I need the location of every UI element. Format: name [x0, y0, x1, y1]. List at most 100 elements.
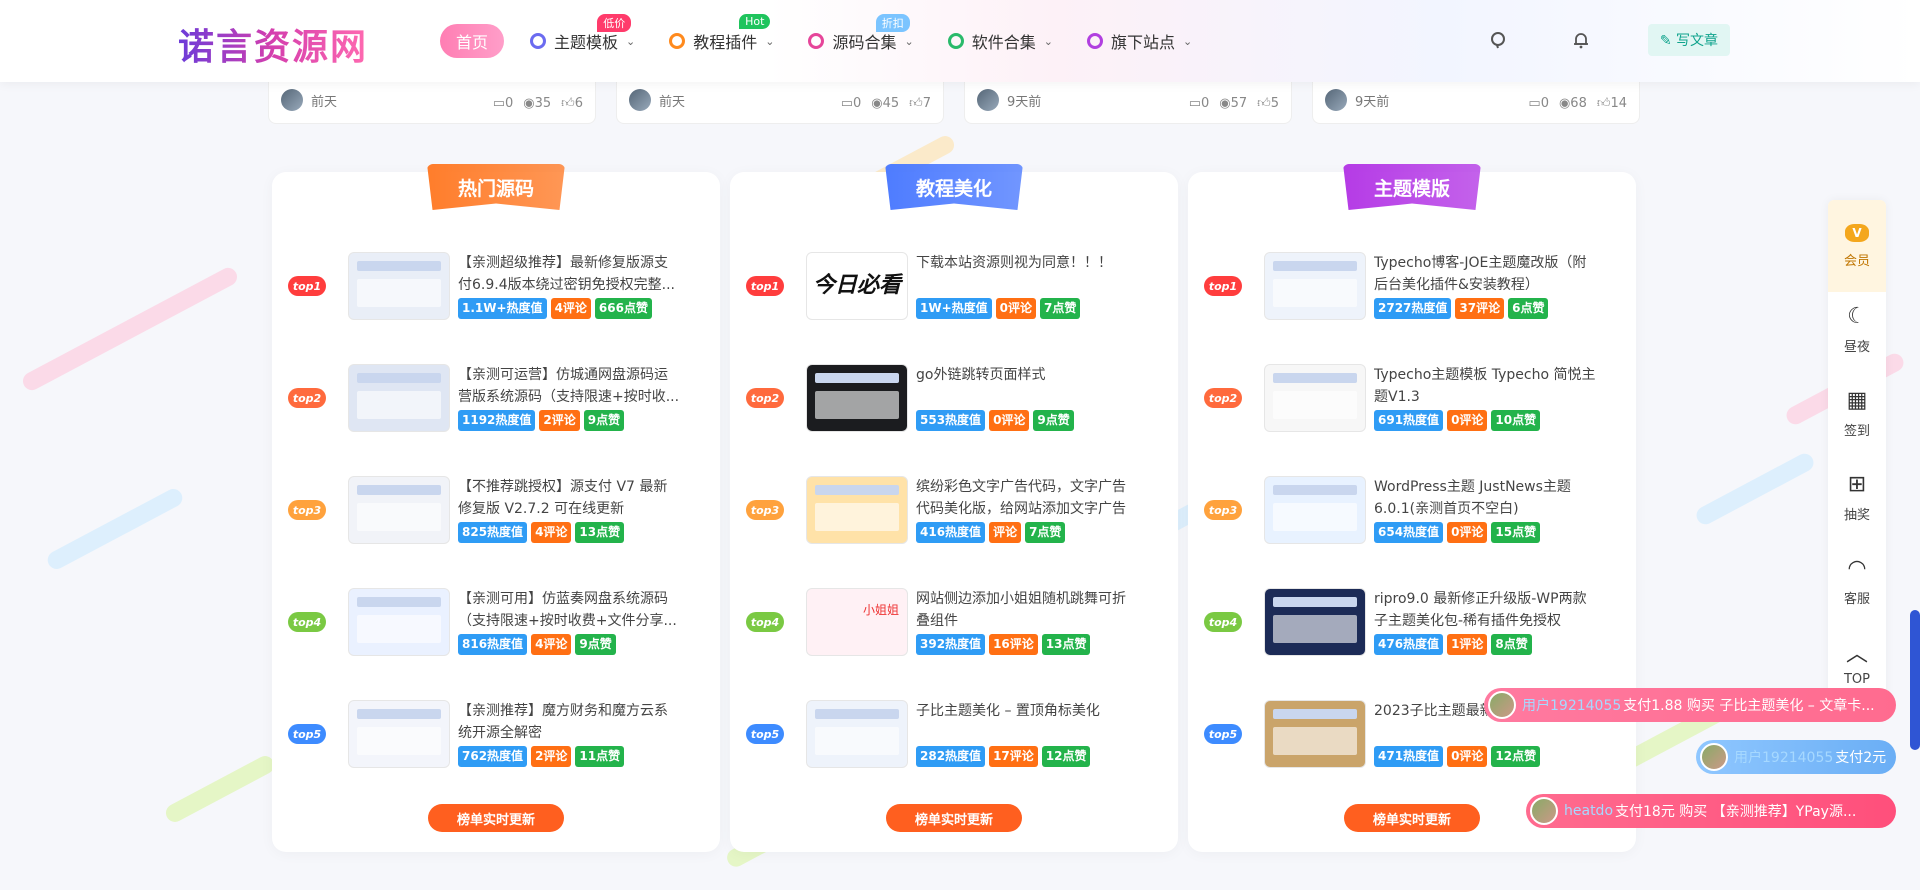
realtime-update-button[interactable]: 榜单实时更新 [428, 804, 564, 832]
notice-user: 用户19214055 [1522, 698, 1622, 714]
thumbnail-preview [357, 261, 441, 271]
rank-badge: top2 [1204, 388, 1242, 408]
post-thumbnail[interactable] [1264, 476, 1366, 544]
nav-item-4[interactable]: 软件合集 ⌄ [940, 24, 1061, 58]
thumbnail-preview [1273, 727, 1357, 755]
purchase-notice[interactable]: heatdo 支付18元 购买 【亲测推荐】YPay源... [1526, 794, 1896, 828]
panel-title-ribbon: 热门源码 [427, 164, 565, 210]
sidebar-item-calendar[interactable]: ▦ 签到 [1828, 386, 1886, 440]
like-badge: 7点赞 [1025, 522, 1066, 543]
post-thumbnail[interactable] [806, 476, 908, 544]
heat-badge: 1.1W+热度值 [458, 298, 547, 319]
sidebar-item-arrow-up[interactable]: ︿ TOP [1828, 638, 1886, 687]
comment-badge: 4评论 [550, 298, 591, 319]
post-thumbnail[interactable] [348, 700, 450, 768]
rank-item-title[interactable]: 【亲测可用】仿蓝奏网盘系统源码（支持限速+按时收费+文件分享... [458, 588, 680, 632]
rank-badge: top4 [746, 612, 784, 632]
site-logo[interactable]: 诺言资源网 [178, 18, 368, 70]
sidebar-item-gift[interactable]: ⊞ 抽奖 [1828, 470, 1886, 524]
thumbnail-preview [357, 503, 441, 531]
notice-text: 支付18元 购买 【亲测推荐】YPay源... [1615, 804, 1857, 820]
rank-item-title[interactable]: 缤纷彩色文字广告代码，文字广告代码美化版，给网站添加文字广告 [916, 476, 1138, 520]
rank-item-title[interactable]: 下载本站资源则视为同意！！！ [916, 252, 1138, 274]
rank-item-title[interactable]: Typecho主题模板 Typecho 简悦主题V1.3 [1374, 364, 1596, 408]
comment-badge: 2评论 [539, 410, 580, 431]
post-thumbnail[interactable] [806, 364, 908, 432]
nav-item-1[interactable]: 主题模板 ⌄ 低价 [522, 14, 643, 58]
purchase-notice[interactable]: 用户19214055 支付1.88 购买 子比主题美化 – 文章卡... [1484, 688, 1896, 722]
post-thumbnail[interactable] [348, 364, 450, 432]
rank-list-item[interactable]: top4 【亲测可用】仿蓝奏网盘系统源码（支持限速+按时收费+文件分享... 816… [272, 586, 720, 662]
sidebar-item-moon[interactable]: ☾ 昼夜 [1828, 302, 1886, 356]
rank-badge: top3 [1204, 500, 1242, 520]
nav-item-2[interactable]: 教程插件 ⌄ Hot [661, 14, 782, 58]
rank-list-item[interactable]: top2 【亲测可运营】仿城通网盘源码运营版系统源码（支持限速+按时收... 119… [272, 362, 720, 438]
realtime-update-button[interactable]: 榜单实时更新 [1344, 804, 1480, 832]
comment-badge: 17评论 [989, 746, 1038, 767]
post-thumbnail[interactable] [806, 700, 908, 768]
rank-list-item[interactable]: top5 【亲测推荐】魔方财务和魔方云系统开源全解密 762热度值 2评论 11点赞 [272, 698, 720, 774]
rank-item-stats: 1W+热度值 0评论 7点赞 [916, 298, 1081, 319]
nav-item-label: 源码合集 [832, 33, 897, 52]
sidebar-item-label: 签到 [1843, 424, 1870, 439]
main-nav: 首页 主题模板 ⌄ 低价 教程插件 ⌄ Hot 源码合集 ⌄ 折扣 软件合集 ⌄ 旗下站点 ⌄ [440, 14, 1200, 58]
nav-item-5[interactable]: 旗下站点 ⌄ [1079, 24, 1200, 58]
rank-item-title[interactable]: 子比主题美化 – 置顶角标美化 [916, 700, 1138, 722]
sidebar-item-headset[interactable]: ◠ 客服 [1828, 554, 1886, 608]
post-stats: ▭0 ◉45 👍︎7 [841, 96, 931, 111]
rank-item-title[interactable]: go外链跳转页面样式 [916, 364, 1138, 386]
rank-list-item[interactable]: top2 Typecho主题模板 Typecho 简悦主题V1.3 691热度值 0评… [1188, 362, 1636, 438]
rank-item-stats: 1192热度值 2评论 9点赞 [458, 410, 625, 431]
write-article-button[interactable]: ✎ 写文章 [1647, 24, 1730, 56]
notice-text: 支付1.88 购买 子比主题美化 – 文章卡... [1623, 698, 1875, 714]
rank-list-item[interactable]: top1 今日必看 下载本站资源则视为同意！！！ 1W+热度值 0评论 7点赞 [730, 250, 1178, 326]
realtime-update-button[interactable]: 榜单实时更新 [886, 804, 1022, 832]
nav-category-icon [947, 33, 964, 49]
rank-badge: top1 [746, 276, 784, 296]
post-thumbnail[interactable] [348, 588, 450, 656]
site-header: 诺言资源网 首页 主题模板 ⌄ 低价 教程插件 ⌄ Hot 源码合集 ⌄ 折扣 软件合集 ⌄ 旗下站点 ⌄… [0, 0, 1920, 82]
rank-item-title[interactable]: 【亲测超级推荐】最新修复版源支付6.9.4版本绕过密钥免授权完整... [458, 252, 680, 296]
nav-item-3[interactable]: 源码合集 ⌄ 折扣 [800, 14, 921, 58]
notice-text: 支付2元 [1835, 750, 1887, 766]
write-article-label: 写文章 [1676, 33, 1718, 49]
rank-list-item[interactable]: top3 【不推荐跳授权】源支付 V7 最新修复版 V2.7.2 可在线更新 825… [272, 474, 720, 550]
rank-list-item[interactable]: top4 ripro9.0 最新修正升级版-WP两款子主题美化包-稀有插件免授权 4… [1188, 586, 1636, 662]
comment-count: ▭0 [840, 96, 862, 111]
purchase-notice[interactable]: 用户19214055 支付2元 [1696, 740, 1896, 774]
post-thumbnail[interactable]: 今日必看 [806, 252, 908, 320]
rank-item-title[interactable]: ripro9.0 最新修正升级版-WP两款子主题美化包-稀有插件免授权 [1374, 588, 1596, 632]
rank-list-item[interactable]: top1 【亲测超级推荐】最新修复版源支付6.9.4版本绕过密钥免授权完整... 1… [272, 250, 720, 326]
rank-item-title[interactable]: WordPress主题 JustNews主题6.0.1(亲测首页不空白) [1374, 476, 1596, 520]
sidebar-item-vip[interactable]: V 会员 [1828, 200, 1886, 292]
rank-list-item[interactable]: top4 小姐姐 网站侧边添加小姐姐随机跳舞可折叠组件 392热度值 16评论 13点赞 [730, 586, 1178, 662]
chevron-down-icon: ⌄ [765, 34, 775, 48]
rank-item-title[interactable]: 【亲测可运营】仿城通网盘源码运营版系统源码（支持限速+按时收... [458, 364, 680, 408]
rank-item-title[interactable]: 【不推荐跳授权】源支付 V7 最新修复版 V2.7.2 可在线更新 [458, 476, 680, 520]
rank-list-item[interactable]: top5 子比主题美化 – 置顶角标美化 282热度值 17评论 12点赞 [730, 698, 1178, 774]
rank-list-item[interactable]: top3 WordPress主题 JustNews主题6.0.1(亲测首页不空白)… [1188, 474, 1636, 550]
post-author: 前天 [629, 89, 685, 111]
thumbnail-preview [1273, 261, 1357, 271]
like-badge: 15点赞 [1491, 522, 1541, 543]
post-thumbnail[interactable]: 小姐姐 [806, 588, 908, 656]
nav-item-0[interactable]: 首页 [440, 24, 505, 58]
post-thumbnail[interactable] [348, 476, 450, 544]
heat-badge: 392热度值 [916, 634, 986, 655]
ranking-panel-2: 主题模版 top1 Typecho博客-JOE主题魔改版（附后台美化插件&安装教程）… [1188, 164, 1636, 852]
post-thumbnail[interactable] [348, 252, 450, 320]
rank-item-title[interactable]: Typecho博客-JOE主题魔改版（附后台美化插件&安装教程） [1374, 252, 1596, 296]
post-thumbnail[interactable] [1264, 364, 1366, 432]
post-thumbnail[interactable] [1264, 700, 1366, 768]
view-count: ◉35 [523, 96, 552, 111]
rank-item-title[interactable]: 网站侧边添加小姐姐随机跳舞可折叠组件 [916, 588, 1138, 632]
bell-icon[interactable] [1566, 25, 1596, 55]
rank-item-title[interactable]: 【亲测推荐】魔方财务和魔方云系统开源全解密 [458, 700, 680, 744]
rank-list-item[interactable]: top2 go外链跳转页面样式 553热度值 0评论 9点赞 [730, 362, 1178, 438]
nav-category-icon [1086, 33, 1103, 49]
rank-list-item[interactable]: top3 缤纷彩色文字广告代码，文字广告代码美化版，给网站添加文字广告 416热度值… [730, 474, 1178, 550]
search-icon[interactable] [1484, 25, 1514, 55]
post-thumbnail[interactable] [1264, 252, 1366, 320]
post-thumbnail[interactable] [1264, 588, 1366, 656]
rank-list-item[interactable]: top1 Typecho博客-JOE主题魔改版（附后台美化插件&安装教程） 2727… [1188, 250, 1636, 326]
